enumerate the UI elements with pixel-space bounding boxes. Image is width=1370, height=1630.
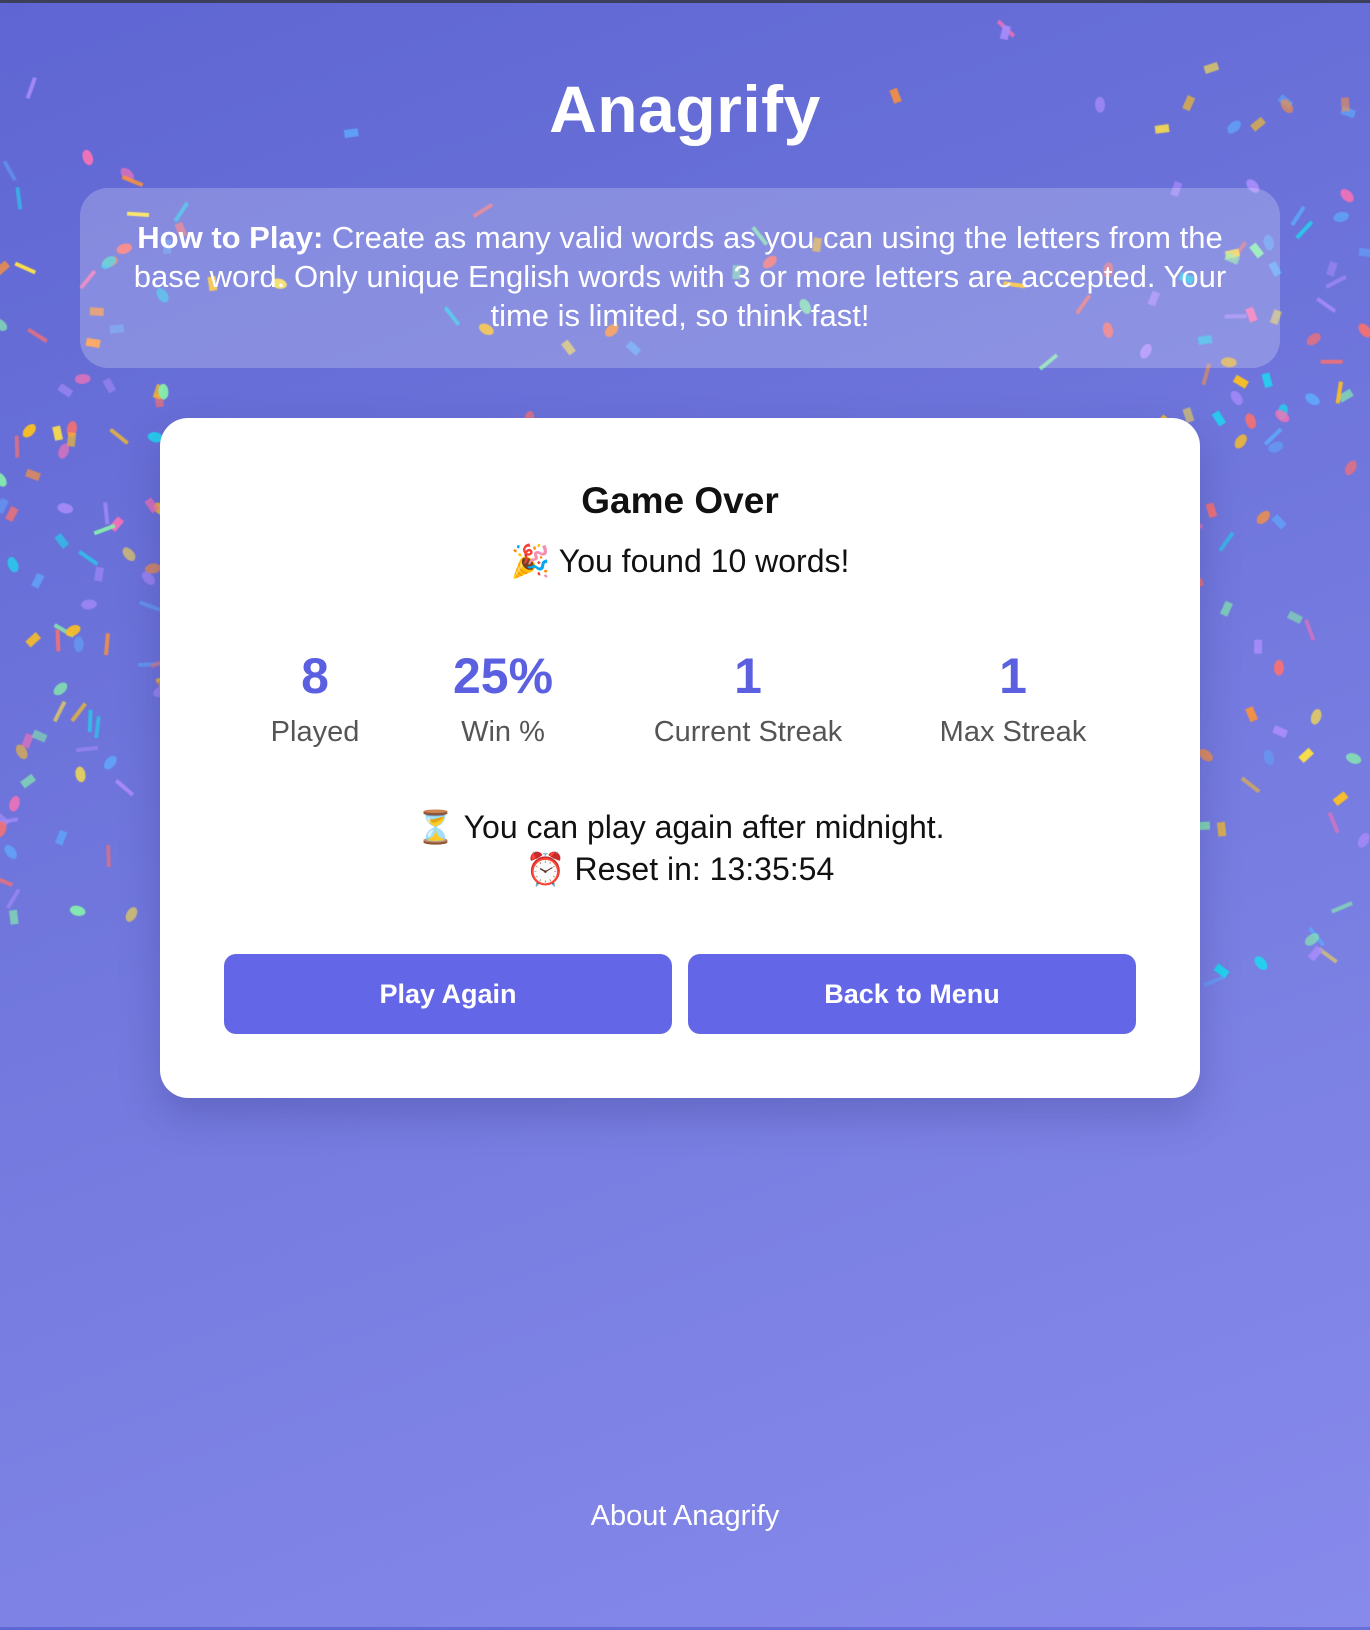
play-again-notice: ⏳ You can play again after midnight. <box>415 809 945 845</box>
stat-current-streak-label: Current Streak <box>653 716 843 748</box>
stat-current-streak: 1 Current Streak <box>608 646 888 749</box>
stat-played-label: Played <box>270 716 360 748</box>
how-to-play-label: How to Play: <box>137 220 324 255</box>
stat-max-streak-value: 1 <box>999 648 1027 704</box>
stat-played-value: 8 <box>301 648 329 704</box>
game-over-title: Game Over <box>581 480 779 521</box>
how-to-play-panel: How to Play: Create as many valid words … <box>80 188 1280 368</box>
stat-max-streak: 1 Max Streak <box>883 646 1143 749</box>
stat-current-streak-value: 1 <box>734 648 762 704</box>
stat-max-streak-label: Max Streak <box>939 716 1087 748</box>
words-found-message: 🎉 You found 10 words! <box>510 543 850 579</box>
game-over-card: Game Over 🎉 You found 10 words! 8 Played… <box>160 418 1200 1098</box>
stat-win-percent-value: 25% <box>452 648 554 704</box>
stat-win-percent: 25% Win % <box>403 646 603 749</box>
app-title: Anagrify <box>549 72 821 146</box>
back-to-menu-button[interactable]: Back to Menu <box>688 954 1136 1034</box>
about-link[interactable]: About Anagrify <box>0 1500 1370 1533</box>
next-game-notice: ⏳ You can play again after midnight. ⏰ R… <box>160 806 1200 890</box>
stat-win-percent-label: Win % <box>461 716 545 748</box>
play-again-button[interactable]: Play Again <box>224 954 672 1034</box>
reset-countdown: ⏰ Reset in: 13:35:54 <box>525 851 835 887</box>
stat-played: 8 Played <box>215 646 415 749</box>
